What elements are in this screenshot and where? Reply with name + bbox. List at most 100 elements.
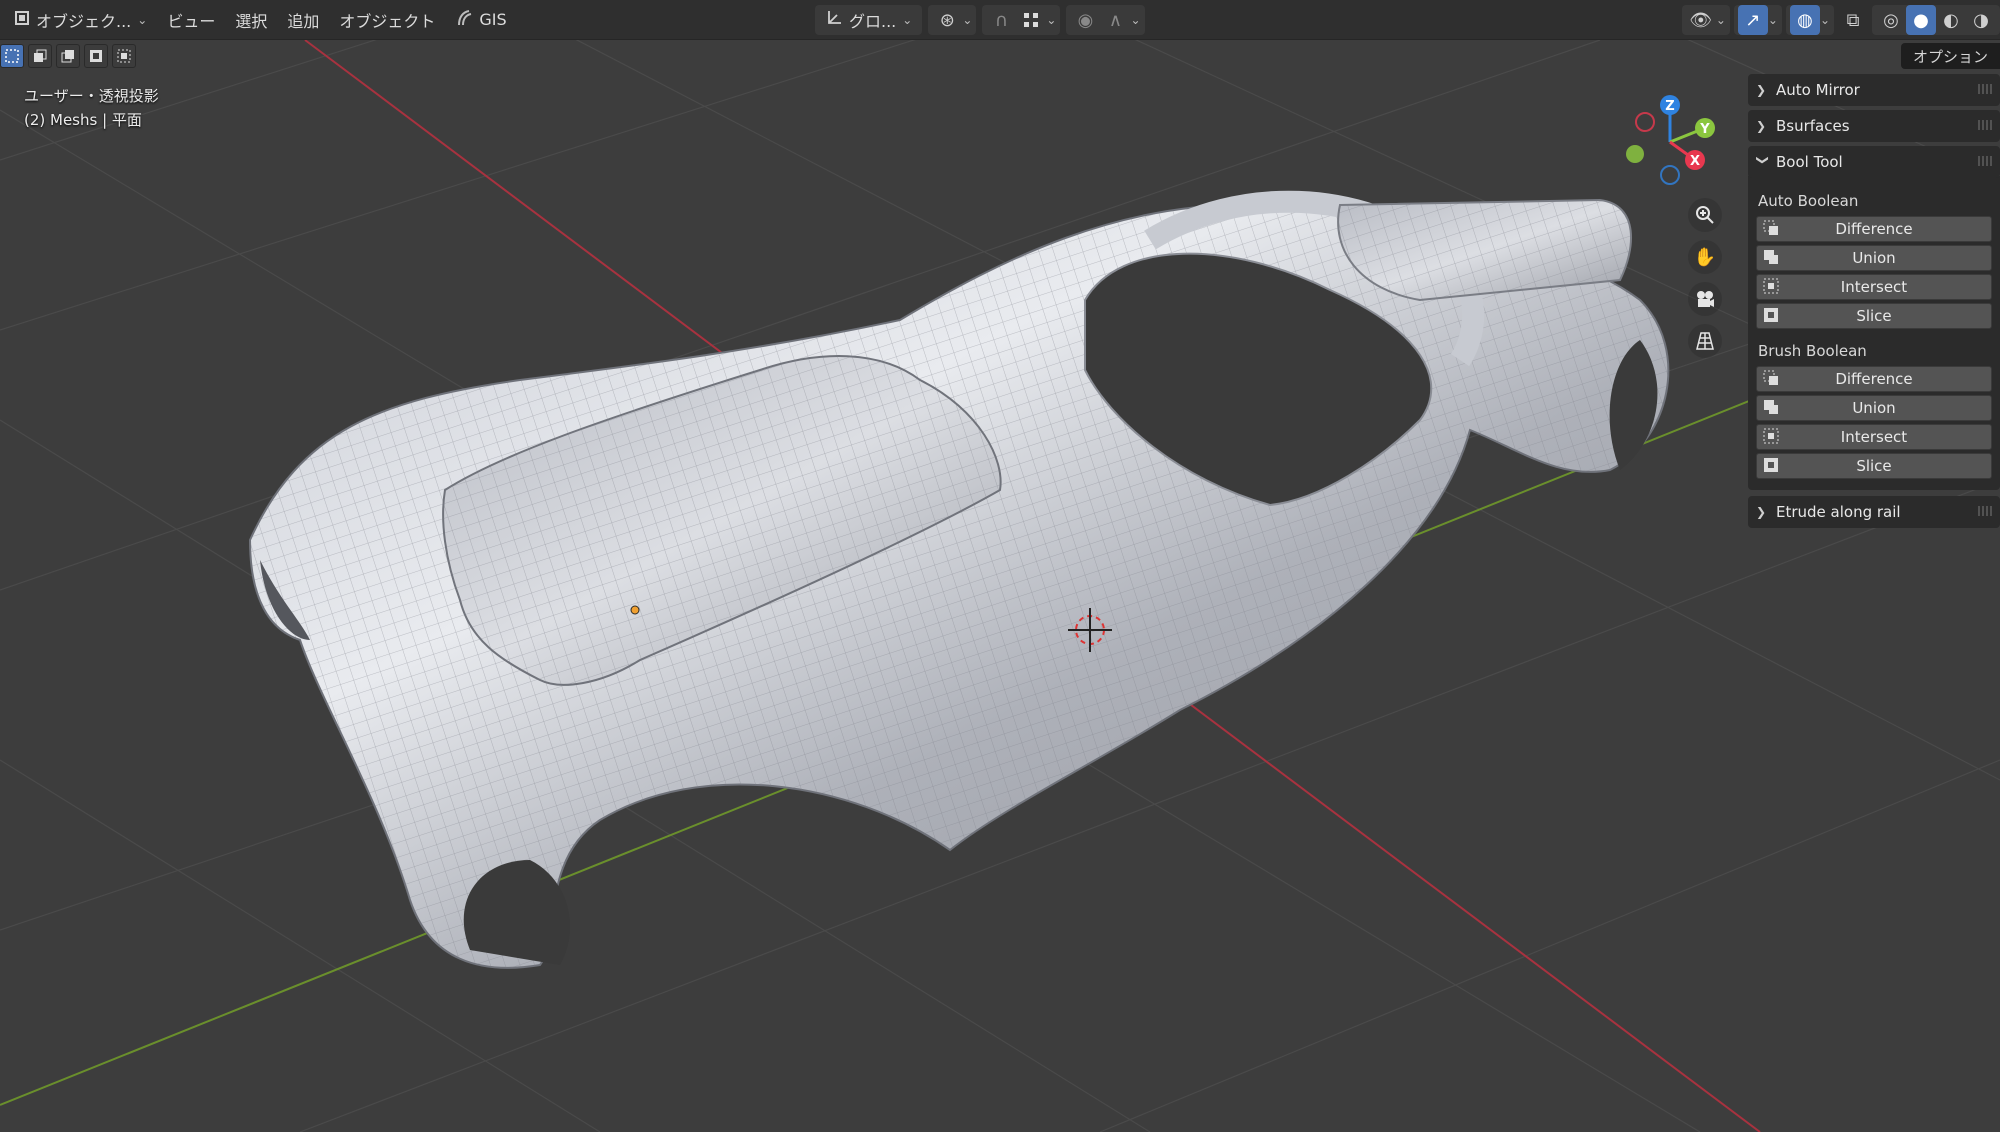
chevron-down-icon: ⌄ xyxy=(1130,13,1141,27)
gis-label: GIS xyxy=(479,10,507,29)
xray-toggle-icon[interactable]: ⧉ xyxy=(1838,5,1868,35)
boolean-difference-icon xyxy=(1763,220,1778,235)
view-name: ユーザー・透視投影 xyxy=(24,87,159,105)
panel-bool-tool[interactable]: ❯ Bool Tool xyxy=(1748,146,2000,178)
pan-hand-icon[interactable]: ✋ xyxy=(1688,240,1722,274)
chevron-down-icon: ⌄ xyxy=(962,13,973,27)
car-body-mesh xyxy=(248,190,1670,969)
select-intersect-button[interactable] xyxy=(112,44,136,68)
neg-z-axis-handle xyxy=(1660,165,1680,185)
boolean-difference-icon xyxy=(1763,370,1778,385)
object-mode-icon xyxy=(14,10,30,30)
pivot-point-icon: ⊛ xyxy=(939,9,955,31)
proportional-edit-icon[interactable]: ◉ xyxy=(1070,5,1100,35)
gis-menu[interactable]: GIS xyxy=(445,5,516,35)
wireframe-shading-icon[interactable]: ◎ xyxy=(1876,5,1906,35)
chevron-right-icon: ❯ xyxy=(1756,83,1767,97)
select-invert-button[interactable] xyxy=(84,44,108,68)
z-axis-label: Z xyxy=(1665,99,1674,114)
visibility-dropdown[interactable]: 👁 ⌄ xyxy=(1681,5,1730,35)
viewport-info-overlay: ユーザー・透視投影 (2) Meshs | 平面 xyxy=(24,84,159,132)
select-new-button[interactable] xyxy=(0,44,24,68)
chevron-down-icon: ⌄ xyxy=(137,12,148,27)
chevron-down-icon: ❯ xyxy=(1756,155,1770,166)
menu-view[interactable]: ビュー xyxy=(157,5,225,35)
chevron-right-icon: ❯ xyxy=(1756,505,1767,519)
brush-difference-button[interactable]: Difference xyxy=(1756,366,1992,392)
x-axis-label: X xyxy=(1690,154,1700,169)
bool-tool-body: Auto Boolean Difference Union Intersect … xyxy=(1748,176,2000,490)
panel-title: Auto Mirror xyxy=(1776,81,1860,99)
material-shading-icon[interactable]: ◐ xyxy=(1936,5,1966,35)
select-subtract-button[interactable] xyxy=(56,44,80,68)
panel-title: Bsurfaces xyxy=(1776,117,1850,135)
camera-view-icon[interactable] xyxy=(1688,282,1722,316)
overlay-toggle-icon[interactable]: ◍ xyxy=(1789,5,1820,35)
chevron-down-icon[interactable]: ⌄ xyxy=(1820,13,1830,27)
menu-object[interactable]: オブジェクト xyxy=(329,5,445,35)
rendered-shading-icon[interactable]: ◑ xyxy=(1966,5,1996,35)
drag-grip-icon[interactable] xyxy=(1978,156,1994,166)
auto-intersect-button[interactable]: Intersect xyxy=(1756,274,1992,300)
perspective-grid-icon[interactable] xyxy=(1688,324,1722,358)
boolean-intersect-icon xyxy=(1763,278,1779,294)
gizmo-toggle-group: ↗ ⌄ xyxy=(1733,5,1782,35)
auto-union-button[interactable]: Union xyxy=(1756,245,1992,271)
brush-slice-button[interactable]: Slice xyxy=(1756,453,1992,479)
snap-increment-icon[interactable] xyxy=(1016,5,1046,35)
orientation-axes-icon xyxy=(825,9,843,31)
proportional-edit-group: ◉ ∧ ⌄ xyxy=(1066,5,1145,35)
neg-x-axis-handle xyxy=(1635,112,1655,132)
brush-union-button[interactable]: Union xyxy=(1756,395,1992,421)
panel-title: Etrude along rail xyxy=(1776,503,1901,521)
eye-icon: 👁 xyxy=(1689,9,1713,31)
menu-select[interactable]: 選択 xyxy=(225,5,277,35)
transform-orientation-dropdown[interactable]: グロ... ⌄ xyxy=(815,5,923,35)
brush-intersect-button[interactable]: Intersect xyxy=(1756,424,1992,450)
navigation-buttons: ✋ xyxy=(1688,198,1722,358)
options-tab[interactable]: オプション xyxy=(1900,43,2000,69)
auto-slice-button[interactable]: Slice xyxy=(1756,303,1992,329)
boolean-slice-icon xyxy=(1764,308,1778,322)
menu-add[interactable]: 追加 xyxy=(277,5,329,35)
overlay-toggle-group: ◍ ⌄ xyxy=(1785,5,1834,35)
brush-boolean-label: Brush Boolean xyxy=(1758,342,1867,360)
solid-shading-icon[interactable]: ● xyxy=(1906,5,1936,35)
boolean-intersect-icon xyxy=(1763,428,1779,444)
drag-grip-icon[interactable] xyxy=(1978,120,1994,130)
boolean-union-icon xyxy=(1764,400,1778,414)
drag-grip-icon[interactable] xyxy=(1978,84,1994,94)
boolean-slice-icon xyxy=(1764,458,1778,472)
falloff-curve-icon[interactable]: ∧ xyxy=(1100,5,1130,35)
object-mode-dropdown[interactable]: オブジェク... ⌄ xyxy=(4,5,157,35)
chevron-down-icon[interactable]: ⌄ xyxy=(1768,13,1778,27)
gis-icon xyxy=(455,9,473,31)
pivot-point-dropdown[interactable]: ⊛ ⌄ xyxy=(928,5,977,35)
snapping-group: ∩ ⌄ xyxy=(982,5,1061,35)
tool-sidebar: ❯ Auto Mirror ❯ Bsurfaces ❯ Bool Tool Au… xyxy=(1748,74,2000,528)
y-axis-label: Y xyxy=(1699,122,1710,137)
drag-grip-icon[interactable] xyxy=(1978,506,1994,516)
chevron-down-icon: ⌄ xyxy=(1715,13,1726,27)
auto-boolean-label: Auto Boolean xyxy=(1758,192,1859,210)
neg-y-axis-handle xyxy=(1626,145,1644,163)
panel-bsurfaces[interactable]: ❯ Bsurfaces xyxy=(1748,110,2000,142)
panel-auto-mirror[interactable]: ❯ Auto Mirror xyxy=(1748,74,2000,106)
viewport-header: オブジェク... ⌄ ビュー 選択 追加 オブジェクト GIS グロ... ⌄ … xyxy=(0,0,2000,40)
collection-info: (2) Meshs | 平面 xyxy=(24,111,142,129)
panel-etrude-along-rail[interactable]: ❯ Etrude along rail xyxy=(1748,496,2000,528)
chevron-right-icon: ❯ xyxy=(1756,119,1767,133)
chevron-down-icon: ⌄ xyxy=(1046,13,1057,27)
panel-title: Bool Tool xyxy=(1776,153,1843,171)
orientation-label: グロ... xyxy=(849,12,897,31)
zoom-icon[interactable] xyxy=(1688,198,1722,232)
magnet-snap-icon[interactable]: ∩ xyxy=(986,5,1016,35)
selection-mode-toolbar xyxy=(0,44,136,68)
mode-label: オブジェク... xyxy=(36,11,132,31)
boolean-union-icon xyxy=(1764,250,1778,264)
select-extend-button[interactable] xyxy=(28,44,52,68)
auto-difference-button[interactable]: Difference xyxy=(1756,216,1992,242)
navigation-gizmo[interactable]: Z Y X xyxy=(1620,90,1730,200)
gizmo-toggle-icon[interactable]: ↗ xyxy=(1737,5,1768,35)
chevron-down-icon: ⌄ xyxy=(902,13,913,27)
